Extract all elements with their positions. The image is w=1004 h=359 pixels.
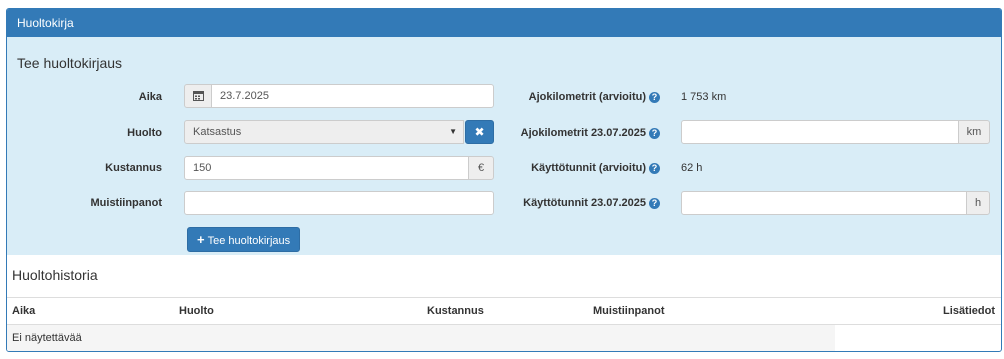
hours-estimate-value: 62 h (681, 162, 703, 174)
hours-date-label: Käyttötunnit 23.07.2025? (507, 197, 660, 209)
service-label: Huolto (127, 127, 162, 139)
submit-entry-button[interactable]: + Tee huoltokirjaus (187, 227, 301, 252)
column-header-details[interactable]: Lisätiedot (943, 305, 995, 317)
caret-down-icon: ▼ (449, 127, 457, 136)
calendar-icon[interactable] (184, 84, 212, 108)
cost-unit: € (468, 156, 494, 180)
service-selected-value: Katsastus (193, 126, 242, 138)
form-title: Tee huoltokirjaus (17, 55, 123, 71)
panel-title: Huoltokirja (7, 9, 1001, 37)
hours-estimate-label-text: Käyttötunnit (arvioitu) (531, 162, 646, 174)
history-table-header: Aika Huolto Kustannus Muistiinpanot Lisä… (7, 297, 1001, 325)
submit-entry-label: Tee huoltokirjaus (207, 235, 291, 247)
column-header-time[interactable]: Aika (12, 305, 35, 317)
help-icon[interactable]: ? (649, 198, 660, 209)
km-date-label: Ajokilometrit 23.07.2025? (507, 127, 660, 139)
km-date-label-text: Ajokilometrit 23.07.2025 (520, 127, 646, 139)
km-estimate-value: 1 753 km (681, 91, 727, 103)
maintenance-log-panel: Huoltokirja Tee huoltokirjaus Aika 23.7.… (6, 8, 1002, 352)
help-icon[interactable]: ? (649, 92, 660, 103)
cost-label: Kustannus (105, 162, 162, 174)
history-title: Huoltohistoria (12, 267, 98, 283)
plus-icon: + (197, 232, 205, 247)
hours-date-label-text: Käyttötunnit 23.07.2025 (523, 197, 646, 209)
column-header-service[interactable]: Huolto (179, 305, 214, 317)
km-input[interactable] (681, 120, 959, 144)
time-label: Aika (138, 91, 162, 103)
hours-input[interactable] (681, 191, 967, 215)
notes-label: Muistiinpanot (90, 197, 163, 209)
date-input[interactable]: 23.7.2025 (211, 84, 494, 108)
service-select[interactable]: Katsastus ▼ (184, 120, 464, 144)
clear-service-button[interactable]: ✖ (465, 120, 494, 144)
help-icon[interactable]: ? (649, 163, 660, 174)
empty-table-message: Ei näytettävää (7, 325, 835, 351)
hours-estimate-label: Käyttötunnit (arvioitu)? (507, 162, 660, 174)
km-estimate-label: Ajokilometrit (arvioitu)? (507, 91, 660, 103)
notes-input[interactable] (184, 191, 494, 215)
hours-unit: h (966, 191, 990, 215)
column-header-notes[interactable]: Muistiinpanot (593, 305, 665, 317)
new-entry-form: Tee huoltokirjaus Aika 23.7.2025 Huolto … (7, 37, 1001, 255)
column-header-cost[interactable]: Kustannus (427, 305, 484, 317)
km-estimate-label-text: Ajokilometrit (arvioitu) (528, 91, 646, 103)
cost-input[interactable]: 150 (184, 156, 469, 180)
help-icon[interactable]: ? (649, 128, 660, 139)
km-unit: km (958, 120, 990, 144)
times-icon: ✖ (474, 125, 485, 139)
